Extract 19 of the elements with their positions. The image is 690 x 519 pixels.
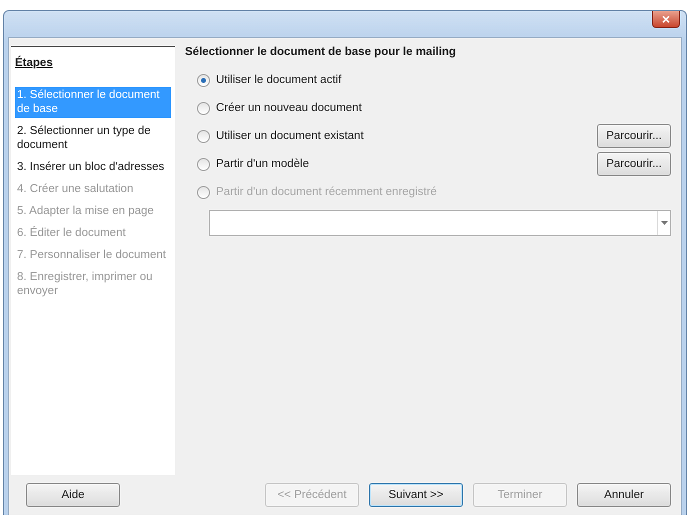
wizard-button[interactable]: Suivant >> [369,483,463,507]
radio-button[interactable] [197,74,210,86]
browse-button[interactable]: Parcourir... [597,152,671,176]
wizard-button[interactable]: Annuler [577,483,671,507]
radio-option[interactable]: Partir d'un modèle [197,158,309,170]
help-button[interactable]: Aide [26,483,120,507]
radio-button[interactable] [197,102,210,114]
steps-title: Étapes [15,57,54,69]
browse-button[interactable]: Parcourir... [597,124,671,148]
recent-documents-dropdown[interactable] [209,210,671,236]
radio-option[interactable]: Utiliser le document actif [197,74,342,86]
radio-button[interactable] [197,130,210,142]
step-item[interactable]: 2. Sélectionner un type de document [15,123,171,154]
section-heading: Sélectionner le document de base pour le mailing [185,46,457,58]
radio-option[interactable]: Utiliser un document existant [197,130,364,142]
step-item[interactable]: 3. Insérer un bloc d'adresses [15,159,171,176]
radio-option[interactable]: Créer un nouveau document [197,102,362,114]
radio-button[interactable] [197,158,210,170]
caret-icon [657,211,670,235]
